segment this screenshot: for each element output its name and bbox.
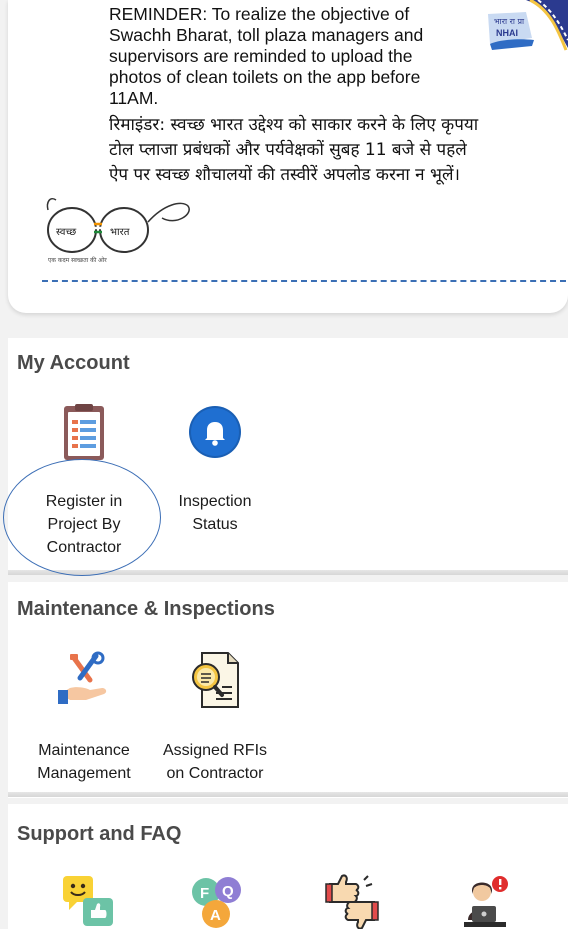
my-account-section: My Account Register in Project By Contra… xyxy=(8,338,568,575)
section-title-support: Support and FAQ xyxy=(17,823,182,845)
nhai-logo-hindi-text: भारा रा प्रा xyxy=(494,17,525,26)
nhai-logo: भारा रा प्रा NHAI xyxy=(488,0,568,51)
rfis-label-line2: on Contractor xyxy=(166,765,264,782)
support-tile[interactable] xyxy=(408,872,558,929)
support-agent-alert-icon xyxy=(464,876,508,927)
faq-tile[interactable]: F Q A xyxy=(140,872,290,929)
section-title-my-account: My Account xyxy=(17,352,130,374)
rfis-label-line1: Assigned RFIs xyxy=(162,742,268,759)
reminder-text-english: REMINDER: To realize the objective of Sw… xyxy=(109,4,424,108)
assigned-rfis-tile[interactable]: Assigned RFIs on Contractor xyxy=(140,646,290,786)
register-label-line2: Project By xyxy=(47,516,121,533)
thumbs-up-down-icon xyxy=(325,874,379,929)
banner-divider-line xyxy=(42,280,566,282)
document-search-icon xyxy=(192,652,239,708)
tools-hand-icon xyxy=(58,651,107,704)
section-title-maintenance: Maintenance & Inspections xyxy=(17,598,275,620)
bell-notification-icon xyxy=(189,406,241,458)
maintenance-management-tile[interactable]: Maintenance Management xyxy=(9,646,159,786)
sb-logo-tagline: एक कदम स्वच्छता की ओर xyxy=(48,256,107,264)
reminder-banner[interactable]: REMINDER: To realize the objective of Sw… xyxy=(8,0,568,313)
svg-text:A: A xyxy=(210,907,221,924)
inspection-status-tile[interactable]: Inspection Status xyxy=(140,398,290,548)
faq-bubbles-icon: F Q A xyxy=(192,877,241,928)
register-label-line1: Register in xyxy=(45,493,123,510)
maintenance-label-line2: Management xyxy=(37,765,131,782)
sb-logo-right-text: भारत xyxy=(110,227,130,238)
maintenance-inspections-section: Maintenance & Inspections Maintenance Ma… xyxy=(8,582,568,798)
feedback-chat-icon xyxy=(63,876,113,926)
app-screen: REMINDER: To realize the objective of Sw… xyxy=(0,0,568,929)
register-in-project-tile[interactable]: Register in Project By Contractor xyxy=(9,398,159,573)
section-separator xyxy=(8,792,568,797)
rating-tile[interactable] xyxy=(276,872,426,929)
svg-text:F: F xyxy=(200,885,209,902)
register-label-line3: Contractor xyxy=(46,539,122,556)
support-faq-section: Support and FAQ F Q A xyxy=(8,804,568,929)
register-document-icon xyxy=(64,404,104,460)
svg-text:Q: Q xyxy=(222,883,234,900)
inspection-label-line2: Status xyxy=(192,516,238,533)
maintenance-label-line1: Maintenance xyxy=(38,742,130,759)
reminder-text-hindi: रिमाइंडर: स्वच्छ भारत उद्देश्य को साकार … xyxy=(109,115,479,185)
swachh-bharat-logo: स्वच्छ भारत एक कदम स्वच्छता की ओर xyxy=(46,198,190,264)
nhai-logo-text: NHAI xyxy=(496,28,518,38)
sb-logo-left-text: स्वच्छ xyxy=(56,227,76,238)
inspection-label-line1: Inspection xyxy=(178,493,252,510)
section-separator xyxy=(8,570,568,575)
